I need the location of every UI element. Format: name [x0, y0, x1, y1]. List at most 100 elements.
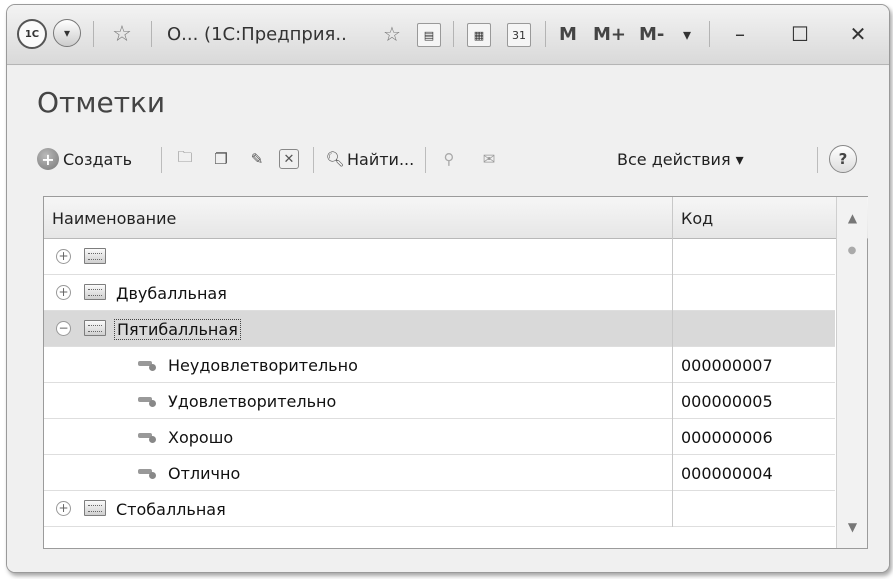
- find-button-label: Найти...: [347, 149, 415, 169]
- 1c-logo-icon[interactable]: 1С: [17, 19, 47, 49]
- cell-name: + Стобалльная: [44, 491, 672, 527]
- calendar-icon[interactable]: 31: [507, 23, 531, 47]
- memory-plus-button[interactable]: M+: [593, 19, 626, 49]
- pencil-icon: ✎: [250, 150, 264, 168]
- command-bar: + Создать 🗀 ❐ ✎ ✕ 🔍︎ Найти... ⚲ ✉ Все де…: [37, 142, 867, 176]
- catalog-item-icon: [138, 431, 156, 443]
- row-label: Стобалльная: [116, 499, 226, 519]
- expand-icon[interactable]: +: [56, 249, 71, 264]
- cell-code: 000000005: [672, 383, 835, 419]
- maximize-button[interactable]: ☐: [787, 19, 813, 49]
- catalog-item-icon: [138, 467, 156, 479]
- title-bar: 1С ▾ ☆ О... (1С:Предприя.. ☆ ▤ ▦ 31 M M+…: [7, 5, 889, 65]
- scroll-thumb[interactable]: ●: [843, 245, 861, 259]
- table-header: Наименование Код: [44, 197, 868, 239]
- title-separator: [545, 21, 546, 47]
- scroll-up-icon[interactable]: ▲: [837, 203, 868, 233]
- memory-minus-button[interactable]: M-: [639, 19, 664, 49]
- toolbar-separator: [161, 147, 162, 173]
- row-label: Хорошо: [168, 427, 234, 447]
- form-content: Отметки + Создать 🗀 ❐ ✎ ✕ 🔍︎ Найти... ⚲ …: [7, 66, 889, 572]
- create-button[interactable]: + Создать: [37, 142, 132, 176]
- cell-name: + Двубалльная: [44, 275, 672, 311]
- scroll-down-icon[interactable]: ▼: [837, 512, 868, 542]
- copy-button[interactable]: ❐: [209, 142, 233, 176]
- toolbar-separator: [425, 147, 426, 173]
- row-label: Пятибалльная: [114, 311, 241, 347]
- title-separator: [709, 21, 710, 47]
- row-label: Неудовлетворительно: [168, 355, 358, 375]
- cell-name: Удовлетворительно: [44, 383, 672, 419]
- cell-name: +: [44, 239, 672, 275]
- row-label: Отлично: [168, 463, 241, 483]
- vertical-scrollbar[interactable]: ▲ ● ▼: [836, 197, 867, 548]
- delete-x-icon: ✕: [279, 149, 299, 169]
- create-button-label: Создать: [63, 149, 133, 169]
- folder-icon: [84, 284, 106, 300]
- add-favorite-star-icon[interactable]: ☆: [377, 19, 407, 49]
- folder-icon: [84, 320, 106, 336]
- toolbar-separator: [817, 147, 818, 173]
- calculator-icon[interactable]: ▦: [467, 23, 491, 47]
- envelope-icon: ✉: [482, 150, 496, 168]
- cancel-search-icon: ⚲: [443, 150, 455, 168]
- table-row[interactable]: Хорошо 000000006: [44, 419, 835, 455]
- close-button[interactable]: ✕: [845, 19, 871, 49]
- send-message-button[interactable]: ✉: [477, 142, 501, 176]
- cell-name: Неудовлетворительно: [44, 347, 672, 383]
- cell-name: Отлично: [44, 455, 672, 491]
- table-row[interactable]: Отлично 000000004: [44, 455, 835, 491]
- folder-icon: [84, 248, 106, 264]
- page-title: Отметки: [37, 86, 166, 119]
- title-separator: [93, 21, 94, 47]
- table-row[interactable]: Неудовлетворительно 000000007: [44, 347, 835, 383]
- expand-icon[interactable]: +: [56, 501, 71, 516]
- window-title: О... (1С:Предприя..: [167, 23, 347, 45]
- window-menu-chevron-down-icon[interactable]: ▾: [683, 19, 691, 49]
- column-header-code[interactable]: Код: [672, 197, 836, 239]
- toolbar-separator: [313, 147, 314, 173]
- all-actions-menu[interactable]: Все действия ▾: [617, 142, 744, 176]
- create-folder-icon: 🗀: [177, 147, 193, 166]
- cell-code: [672, 239, 835, 275]
- row-label: Удовлетворительно: [168, 391, 337, 411]
- edit-button[interactable]: ✎: [245, 142, 269, 176]
- find-button[interactable]: 🔍︎ Найти...: [323, 142, 414, 176]
- help-icon: ?: [829, 145, 857, 173]
- expand-icon[interactable]: +: [56, 285, 71, 300]
- mark-delete-button[interactable]: ✕: [279, 142, 299, 176]
- table-row[interactable]: +: [44, 239, 835, 275]
- column-header-name[interactable]: Наименование: [44, 197, 672, 239]
- cell-name: Хорошо: [44, 419, 672, 455]
- catalog-item-icon: [138, 395, 156, 407]
- table-row[interactable]: Удовлетворительно 000000005: [44, 383, 835, 419]
- history-icon[interactable]: ▤: [417, 23, 441, 47]
- cell-code: 000000004: [672, 455, 835, 491]
- copy-icon: ❐: [214, 150, 228, 168]
- cell-code: [672, 491, 835, 527]
- cancel-search-button[interactable]: ⚲: [437, 142, 461, 176]
- cell-name: − Пятибалльная: [44, 311, 672, 347]
- cell-code: [672, 275, 835, 311]
- create-group-button[interactable]: 🗀: [173, 142, 197, 176]
- table-row-selected[interactable]: − Пятибалльная: [44, 311, 835, 347]
- collapse-icon[interactable]: −: [56, 321, 71, 336]
- help-button[interactable]: ?: [829, 142, 857, 176]
- table-row[interactable]: + Стобалльная: [44, 491, 835, 527]
- list-table: Наименование Код + + Двубалльная − Пятиб…: [43, 196, 868, 549]
- app-window: 1С ▾ ☆ О... (1С:Предприя.. ☆ ▤ ▦ 31 M M+…: [6, 4, 890, 573]
- title-separator: [453, 21, 454, 47]
- memory-m-button[interactable]: M: [559, 19, 577, 49]
- main-menu-chevron-down-icon[interactable]: ▾: [53, 19, 81, 47]
- cell-code: 000000007: [672, 347, 835, 383]
- table-row[interactable]: + Двубалльная: [44, 275, 835, 311]
- cell-code: 000000006: [672, 419, 835, 455]
- catalog-item-icon: [138, 359, 156, 371]
- row-label: Двубалльная: [116, 283, 227, 303]
- create-plus-icon: +: [37, 148, 59, 170]
- title-separator: [151, 21, 152, 47]
- folder-icon: [84, 500, 106, 516]
- favorites-star-icon[interactable]: ☆: [107, 19, 137, 49]
- search-icon: 🔍︎: [325, 150, 345, 168]
- minimize-button[interactable]: –: [727, 19, 753, 49]
